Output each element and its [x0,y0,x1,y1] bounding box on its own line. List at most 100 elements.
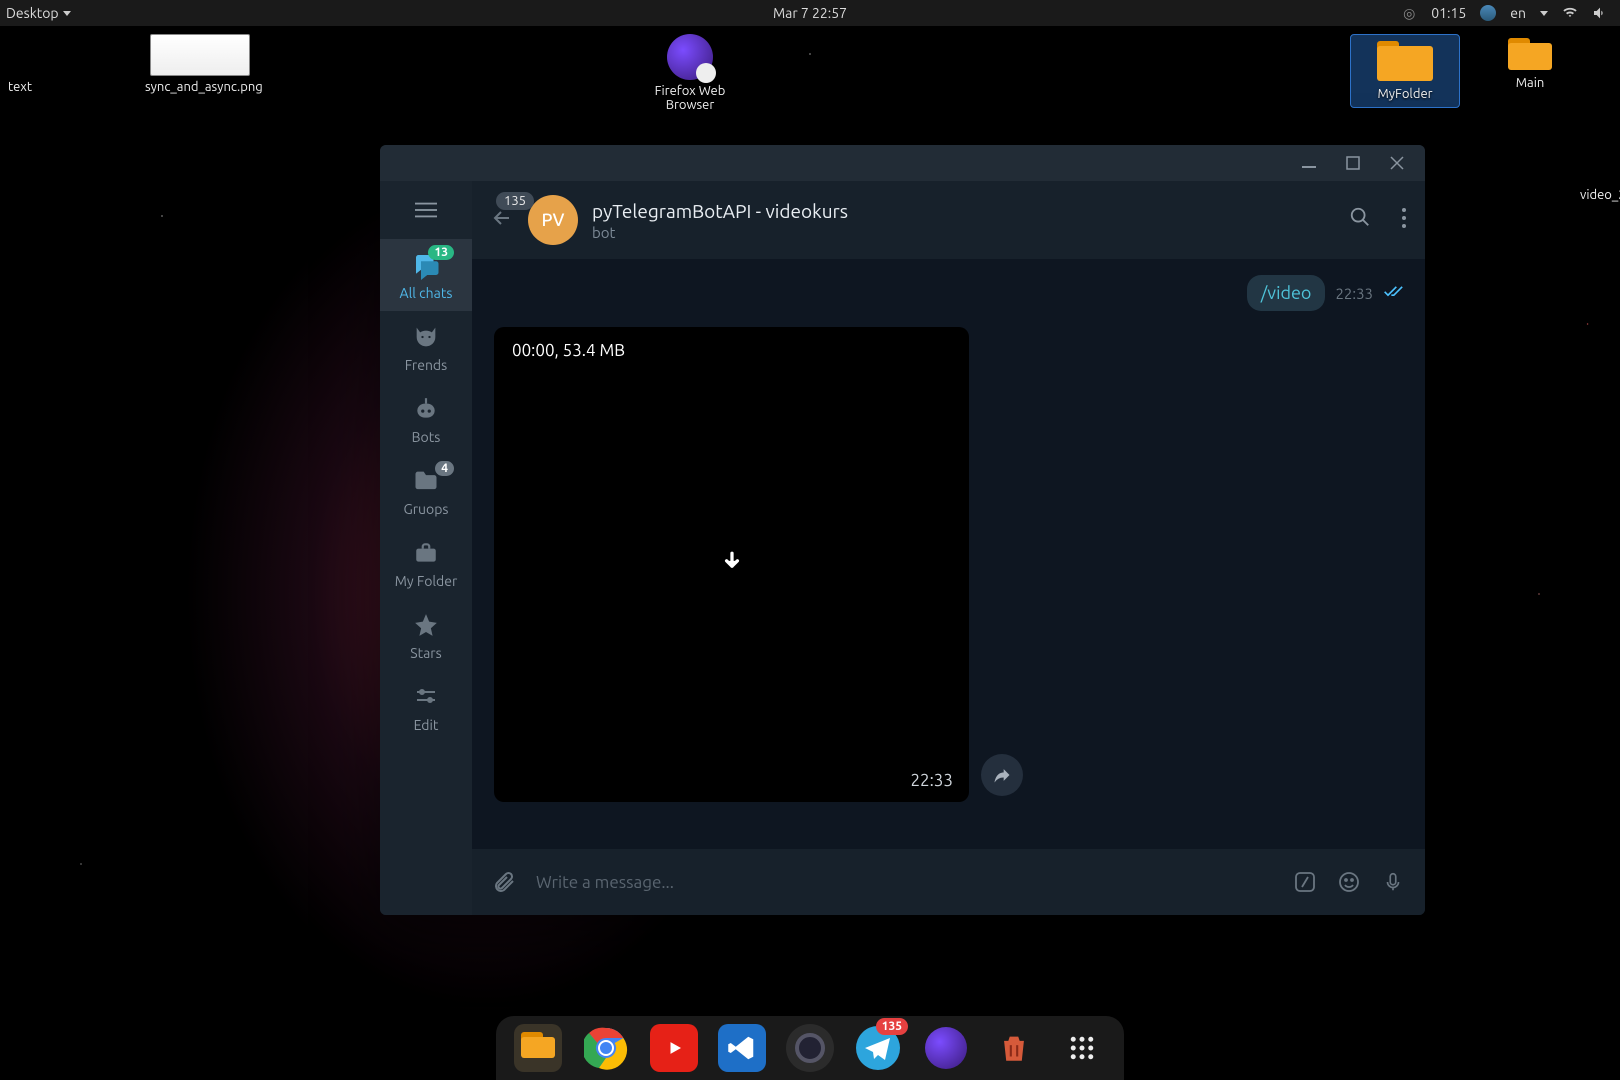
sidebar-item-edit[interactable]: Edit [380,671,472,743]
topbar-lang[interactable]: en [1510,5,1526,21]
dock-trash[interactable] [990,1024,1038,1072]
gnome-topbar: Desktop Mar 7 22:57 ◎ 01:15 en [0,0,1620,26]
app-label: Firefox Web Browser [655,84,726,112]
sidebar-item-stars[interactable]: Stars [380,599,472,671]
slash-box-icon [1293,870,1317,894]
sidebar-item-label: All chats [400,285,453,301]
forward-button[interactable] [981,754,1023,796]
dock: 135 [496,1016,1124,1080]
search-button[interactable] [1349,206,1371,234]
sidebar-item-allchats[interactable]: 13 All chats [380,239,472,311]
sidebar-item-label: Edit [414,717,439,733]
window-titlebar[interactable] [380,145,1425,181]
message-input[interactable] [536,873,1273,892]
dock-firefox[interactable] [922,1024,970,1072]
file-label: text [8,80,32,94]
back-button[interactable]: 135 [490,206,514,234]
kebab-icon [1401,206,1407,230]
dock-vscode[interactable] [718,1024,766,1072]
dock-files[interactable] [514,1024,562,1072]
badge: 4 [435,461,454,476]
folder-label: MyFolder [1377,87,1432,101]
message-time: 22:33 [910,771,953,790]
dock-youtube[interactable] [650,1024,698,1072]
paperclip-icon [492,870,516,894]
sidebar-item-label: Stars [410,645,441,661]
vscode-icon [727,1033,757,1063]
sidebar-item-frends[interactable]: Frends [380,311,472,383]
sidebar-item-bots[interactable]: Bots [380,383,472,455]
search-icon [1349,206,1371,228]
download-button[interactable] [719,550,745,580]
topbar-datetime[interactable]: Mar 7 22:57 [773,5,847,21]
attach-button[interactable] [492,870,516,894]
chrome-icon [584,1026,628,1070]
read-checks-icon [1383,281,1403,305]
folder-label: Main [1516,76,1545,90]
globe-icon[interactable] [1480,5,1496,21]
dock-badge: 135 [876,1018,908,1035]
youtube-icon [660,1034,688,1062]
message-video: 00:00, 53.4 MB 22:33 [494,327,969,802]
mic-icon [1382,871,1404,893]
chat-title: pyTelegramBotAPI - videokurs [592,200,848,222]
command-button[interactable] [1293,870,1317,894]
message-time: 22:33 [1335,285,1373,302]
volume-icon[interactable] [1592,5,1608,21]
dock-apps[interactable] [1058,1024,1106,1072]
desktop-file-sync[interactable]: sync_and_async.png [145,34,255,94]
folder-icon [1377,41,1433,81]
image-thumbnail-icon [150,34,250,76]
close-button[interactable] [1389,155,1405,171]
voice-button[interactable] [1381,870,1405,894]
chevron-down-icon [1540,11,1548,16]
sidebar-item-groups[interactable]: 4 Gruops [380,455,472,527]
menu-button[interactable] [380,181,472,239]
desktop-file-text[interactable]: text [0,80,40,94]
file-label: sync_and_async.png [145,80,263,94]
briefcase-icon [380,539,472,567]
back-count-badge: 135 [496,192,534,210]
sidebar-item-myfolder[interactable]: My Folder [380,527,472,599]
firefox-icon [925,1027,967,1069]
message-bubble[interactable]: /video [1247,275,1326,311]
chat-header: 135 PV pyTelegramBotAPI - videokurs bot [472,181,1425,259]
messages-area[interactable]: /video 22:33 00:00, 53.4 MB 22:33 [472,259,1425,849]
chromium-icon [795,1033,825,1063]
topbar-clock2[interactable]: 01:15 [1431,5,1466,21]
sliders-icon [380,683,472,711]
desktop-file-video[interactable]: video_2_... [1580,188,1620,202]
star-icon [380,611,472,639]
desktop-folder-main[interactable]: Main [1490,38,1570,90]
firefox-icon [667,34,713,80]
chat-column: 135 PV pyTelegramBotAPI - videokurs bot … [472,181,1425,915]
apps-grid-icon [1067,1033,1097,1063]
hamburger-icon [415,199,437,221]
desktop-app-firefox[interactable]: Firefox Web Browser [635,34,745,112]
cat-icon [380,323,472,351]
chats-icon [380,251,472,279]
dock-chrome[interactable] [582,1024,630,1072]
dock-telegram[interactable]: 135 [854,1024,902,1072]
chat-title-block[interactable]: pyTelegramBotAPI - videokurs bot [592,200,848,241]
location-icon[interactable]: ◎ [1401,5,1417,21]
topbar-left-menu[interactable]: Desktop [0,5,71,21]
chevron-down-icon [63,11,71,16]
folder-icon [521,1032,555,1058]
video-attachment[interactable]: 00:00, 53.4 MB 22:33 [494,327,969,802]
minimize-button[interactable] [1301,155,1317,171]
sidebar-item-label: Frends [405,357,447,373]
smile-icon [1337,870,1361,894]
folder-icon [380,467,472,495]
emoji-button[interactable] [1337,870,1361,894]
dock-chromium[interactable] [786,1024,834,1072]
folder-icon [1508,38,1552,70]
badge: 13 [428,245,454,260]
desktop-menu-label: Desktop [6,5,59,21]
maximize-button[interactable] [1345,155,1361,171]
telegram-window: 13 All chats Frends Bots 4 Gruops My Fol… [380,145,1425,915]
more-button[interactable] [1401,206,1407,234]
desktop-folder-myfolder[interactable]: MyFolder [1350,34,1460,108]
wifi-icon[interactable] [1562,5,1578,21]
chat-avatar[interactable]: PV [528,195,578,245]
